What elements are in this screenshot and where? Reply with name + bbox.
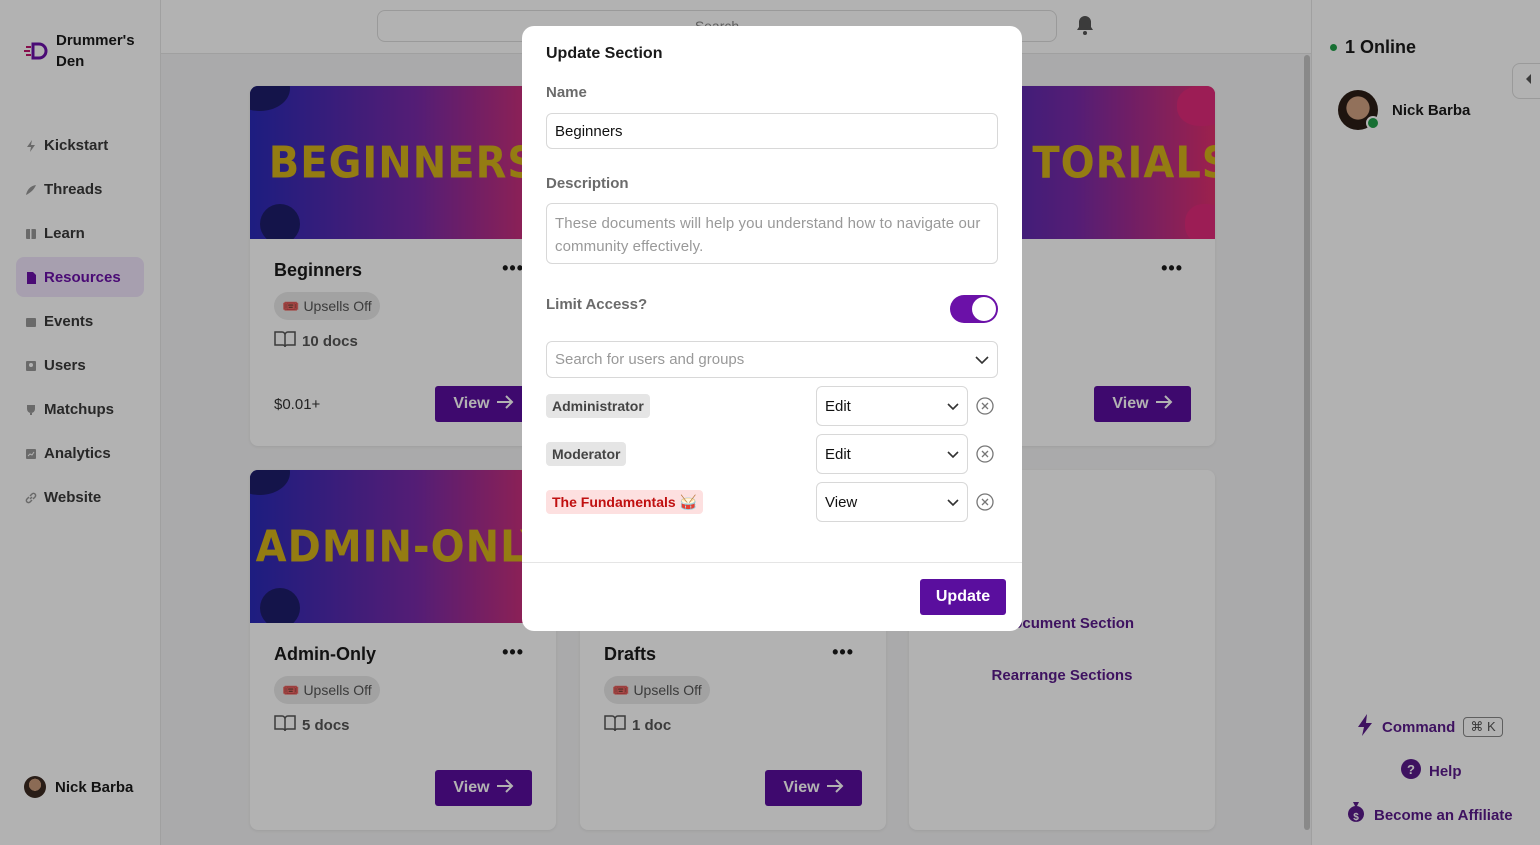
user-group-search-placeholder: Search for users and groups (555, 351, 745, 368)
group-tag: The Fundamentals 🥁 (546, 490, 704, 514)
name-label: Name (546, 84, 587, 101)
access-value: View (825, 493, 858, 511)
remove-circle-icon[interactable] (976, 445, 994, 463)
permission-row: The Fundamentals 🥁 View (546, 482, 998, 522)
access-value: Edit (825, 397, 851, 415)
name-field[interactable]: Beginners (546, 113, 998, 149)
access-value: Edit (825, 445, 851, 463)
permission-row: Moderator Edit (546, 434, 998, 474)
access-select[interactable]: View (816, 482, 968, 522)
limit-access-label: Limit Access? (546, 296, 648, 313)
chevron-down-icon (947, 446, 959, 463)
modal-title: Update Section (546, 45, 663, 62)
limit-access-toggle[interactable] (950, 295, 998, 323)
group-tag: Moderator (546, 442, 627, 466)
permission-row: Administrator Edit (546, 386, 998, 426)
chevron-down-icon (947, 398, 959, 415)
description-field[interactable]: These documents will help you understand… (546, 203, 998, 264)
chevron-down-icon (975, 351, 989, 368)
user-group-search[interactable]: Search for users and groups (546, 341, 998, 378)
access-select[interactable]: Edit (816, 386, 968, 426)
access-select[interactable]: Edit (816, 434, 968, 474)
update-section-modal: Update Section Name Beginners Descriptio… (522, 26, 1022, 631)
name-value: Beginners (555, 122, 623, 140)
modal-divider (522, 562, 1022, 563)
update-button[interactable]: Update (920, 579, 1006, 615)
remove-circle-icon[interactable] (976, 397, 994, 415)
app-root: Drummer's Den Kickstart Threads Learn Re… (0, 0, 1540, 845)
group-tag: Administrator (546, 394, 650, 418)
remove-circle-icon[interactable] (976, 493, 994, 511)
chevron-down-icon (947, 494, 959, 511)
description-placeholder: These documents will help you understand… (555, 215, 981, 255)
description-label: Description (546, 175, 629, 192)
